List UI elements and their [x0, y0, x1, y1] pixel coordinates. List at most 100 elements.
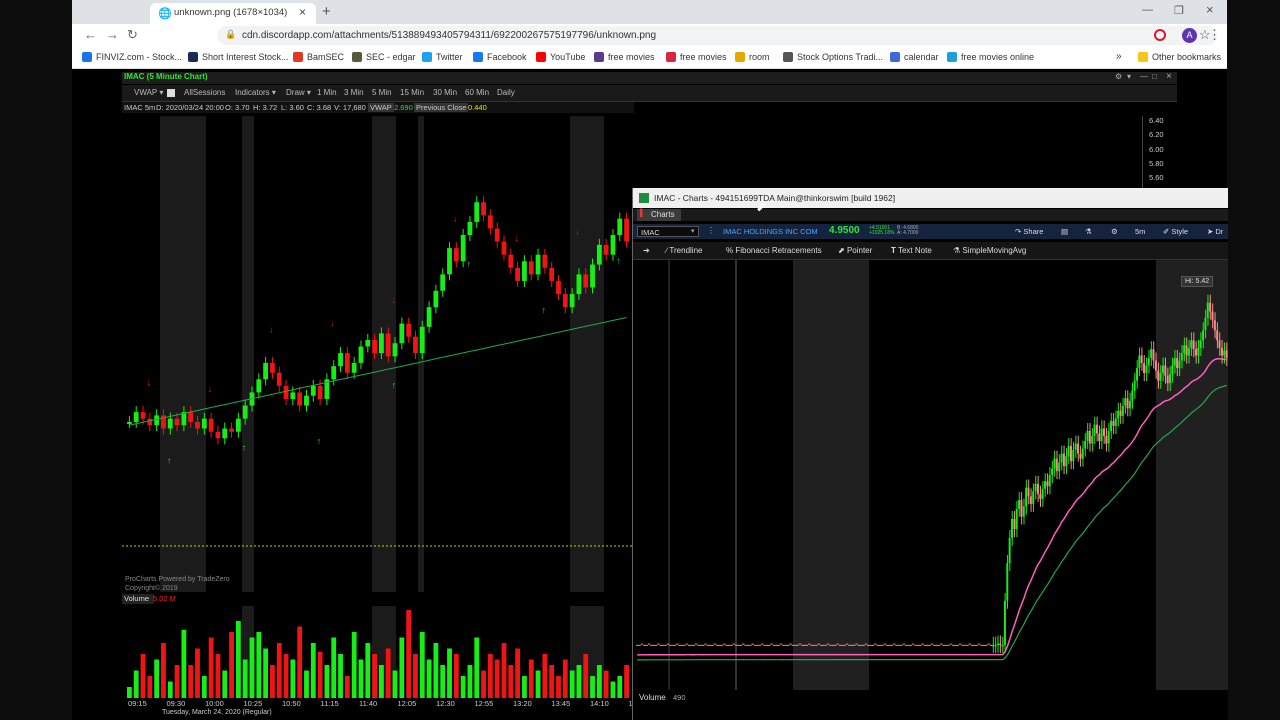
- candle-body: [290, 392, 296, 399]
- symbol-input[interactable]: IMAC: [637, 226, 699, 237]
- candle-body: [1225, 350, 1228, 358]
- more-menu-icon[interactable]: ⋮: [1208, 27, 1221, 43]
- volume-bar: [379, 665, 384, 698]
- timeframe-1min[interactable]: 1 Min: [317, 88, 337, 97]
- timeframe-3min[interactable]: 3 Min: [344, 88, 364, 97]
- minimize-icon[interactable]: —: [1142, 4, 1153, 16]
- bookmark-stock-options[interactable]: Stock Options Tradi...: [783, 52, 883, 62]
- layout-icon[interactable]: ▤: [1061, 227, 1068, 236]
- opera-extension-icon[interactable]: [1154, 29, 1166, 41]
- bookmark-free-movies-1[interactable]: free movies: [594, 52, 655, 62]
- bookmark-youtube[interactable]: YouTube: [536, 52, 585, 62]
- profile-avatar[interactable]: A: [1182, 28, 1197, 43]
- flat-candle: [975, 644, 978, 646]
- procharts-volume-chart[interactable]: [122, 606, 634, 698]
- volume-bar: [413, 654, 418, 698]
- bookmark-free-movies-online[interactable]: free movies online: [947, 52, 1034, 62]
- restore-icon[interactable]: ❐: [1174, 4, 1184, 17]
- bookmark-finviz[interactable]: FINVIZ.com - Stock...: [82, 52, 182, 62]
- settings-gear-icon[interactable]: ⚙: [1111, 227, 1118, 236]
- candle-body: [167, 418, 173, 429]
- bookmark-bamsec[interactable]: BamSEC: [293, 52, 344, 62]
- candle-body: [1154, 360, 1157, 371]
- volume-bar: [610, 681, 616, 698]
- back-arrow-icon[interactable]: ←: [84, 27, 97, 42]
- candle-body: [1161, 365, 1164, 374]
- flat-candle: [857, 644, 861, 646]
- flat-candle: [916, 644, 920, 646]
- settings-gear-icon[interactable]: ⚙: [1115, 72, 1122, 81]
- timeframe-60min[interactable]: 60 Min: [465, 88, 489, 97]
- flat-candle: [819, 644, 823, 646]
- share-button[interactable]: ↷ Share: [1015, 227, 1043, 236]
- candle-body: [1126, 398, 1129, 409]
- url-text[interactable]: cdn.discordapp.com/attachments/513889493…: [242, 30, 656, 41]
- tos-drawing-toolbar: ➔ ∕ Trendline % Fibonacci Retracements ⬈…: [633, 242, 1228, 260]
- volume-bar: [494, 659, 500, 698]
- maximize-icon[interactable]: □: [1152, 72, 1157, 81]
- bookmark-facebook[interactable]: Facebook: [473, 52, 527, 62]
- browser-tab[interactable]: 🌐 unknown.png (1678×1034) ×: [150, 3, 316, 24]
- volume-bar: [542, 654, 548, 698]
- tool-pointer[interactable]: ⬈ Pointer: [838, 246, 872, 255]
- volume-bar: [569, 670, 575, 698]
- candle-body: [535, 254, 541, 275]
- lock-icon[interactable]: 🔒: [225, 29, 236, 40]
- candle-body: [453, 248, 459, 262]
- volume-bar: [181, 629, 187, 698]
- close-window-icon[interactable]: ×: [1206, 2, 1214, 17]
- reload-icon[interactable]: ↻: [127, 27, 138, 43]
- tool-text-note[interactable]: T Text Note: [891, 246, 932, 255]
- draw-menu[interactable]: Draw ▾: [286, 88, 311, 97]
- facebook-icon: [473, 52, 483, 62]
- allsessions-label[interactable]: AllSessions: [184, 88, 225, 97]
- volume-bar: [297, 626, 303, 698]
- drawings-menu[interactable]: ➤ Dr: [1207, 227, 1223, 236]
- other-bookmarks[interactable]: Other bookmarks: [1138, 52, 1221, 62]
- pin-icon[interactable]: ➔: [643, 246, 650, 255]
- flat-candle: [751, 643, 754, 645]
- candle-body: [297, 392, 303, 406]
- bookmark-calendar[interactable]: calendar: [890, 52, 939, 62]
- close-icon[interactable]: ×: [1166, 71, 1172, 82]
- style-menu[interactable]: ✐ Style: [1163, 227, 1188, 236]
- candle-body: [1176, 358, 1179, 369]
- bookmark-short-interest[interactable]: Short Interest Stock...: [188, 52, 289, 62]
- flat-candle: [876, 644, 879, 646]
- timeframe-5min[interactable]: 5 Min: [372, 88, 392, 97]
- dropdown-icon[interactable]: ▾: [1127, 72, 1131, 81]
- bookmarks-overflow-icon[interactable]: »: [1116, 51, 1122, 62]
- bookmark-free-movies-2[interactable]: free movies: [666, 52, 727, 62]
- timeframe-daily[interactable]: Daily: [497, 88, 515, 97]
- new-tab-button[interactable]: +: [322, 3, 331, 20]
- tab-charts[interactable]: ▌ Charts: [637, 209, 681, 221]
- tool-simple-moving-avg[interactable]: ⚗ SimpleMovingAvg: [953, 246, 1026, 255]
- indicators-menu[interactable]: Indicators ▾: [235, 88, 276, 97]
- bookmark-twitter[interactable]: Twitter: [422, 52, 463, 62]
- tool-trendline[interactable]: ∕ Trendline: [666, 246, 702, 255]
- forward-arrow-icon[interactable]: →: [106, 27, 119, 42]
- bookmarks-bar: FINVIZ.com - Stock... Short Interest Sto…: [72, 48, 1227, 69]
- close-tab-icon[interactable]: ×: [299, 5, 306, 19]
- info-symbol: IMAC 5m: [124, 103, 156, 112]
- tool-fibonacci[interactable]: % Fibonacci Retracements: [726, 246, 822, 255]
- bookmark-sec-edgar[interactable]: SEC - edgar: [352, 52, 416, 62]
- studies-flask-icon[interactable]: ⚗: [1085, 227, 1092, 236]
- procharts-title: IMAC (5 Minute Chart): [124, 72, 208, 81]
- timeframe-30min[interactable]: 30 Min: [433, 88, 457, 97]
- bookmark-room[interactable]: room: [735, 52, 770, 62]
- allsessions-checkbox[interactable]: [167, 89, 175, 97]
- vwap-dropdown[interactable]: VWAP ▾: [134, 88, 163, 97]
- procharts-candle-chart[interactable]: ↓ ↑ ↓ ↑ ↓ ↑ ↓ ↓ ↑ ↓ ↑ ↓ ↑ ↓ ↑: [122, 116, 634, 592]
- flat-candle: [815, 644, 818, 646]
- minimize-icon[interactable]: —: [1140, 72, 1148, 81]
- tab-title: unknown.png (1678×1034): [174, 7, 288, 18]
- timeframe-15min[interactable]: 15 Min: [400, 88, 424, 97]
- address-bar[interactable]: 🔒 cdn.discordapp.com/attachments/5138894…: [217, 26, 1217, 45]
- text-note-icon: T: [891, 246, 896, 255]
- tos-titlebar[interactable]: IMAC - Charts - 494151699TDA Main@thinko…: [633, 188, 1228, 208]
- tos-candle-chart[interactable]: [636, 260, 1228, 690]
- info-date: D: 2020/03/24 20:00: [156, 103, 224, 112]
- symbol-dropdown-icon[interactable]: ▾: [691, 227, 695, 235]
- timeframe-dropdown[interactable]: 5m: [1135, 227, 1145, 236]
